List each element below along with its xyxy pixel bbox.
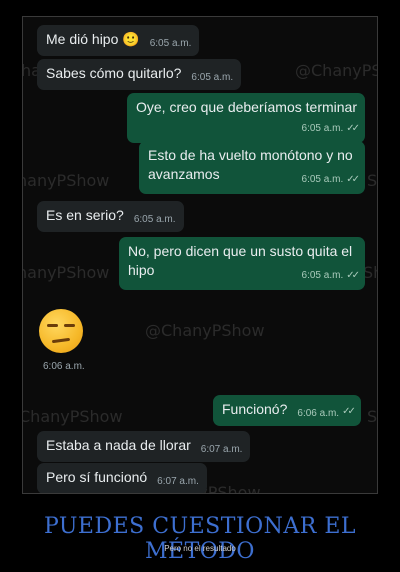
message-time: 6:05 a.m. [149,38,192,49]
message-outgoing[interactable]: Funcionó? 6:06 a.m. ✓✓ [213,395,361,426]
message-time: 6:05 a.m. [301,123,344,134]
message-meta: 6:05 a.m. ✓✓ [136,119,360,138]
message-time: 6:07 a.m. [200,444,243,455]
watermark: Sh [363,263,377,282]
message-text: Funcionó? [222,401,288,417]
message-time: 6:06 a.m. [43,361,85,372]
message-text: Oye, creo que deberíamos terminar [136,99,357,115]
read-receipt-icon: ✓✓ [342,406,356,417]
eye [64,324,75,327]
watermark: @ChanyPSh [295,61,377,80]
message-meta: 6:05 a.m. ✓✓ [128,266,360,285]
message-time: 6:05 a.m. [301,174,344,185]
message-outgoing[interactable]: No, pero dicen que un susto quita el hip… [119,237,365,290]
message-incoming[interactable]: Me dió hipo 🙂 6:05 a.m. [37,25,200,56]
message-text: Sabes cómo quitarlo? [46,65,182,81]
message-text: Estaba a nada de llorar [46,437,191,453]
caption-title: PUEDES CUESTIONAR EL MÉTODO [43,514,357,564]
message-outgoing[interactable]: Esto de ha vuelto monótono y no avanzamo… [139,141,365,194]
message-text: Pero sí funcionó [46,469,148,485]
message-incoming[interactable]: Pero sí funcionó 6:07 a.m. [37,463,207,493]
message-text: Es en serio? [46,207,124,223]
unamused-face-icon[interactable] [39,309,83,353]
message-time: 6:05 a.m. [133,214,176,225]
read-receipt-icon: ✓✓ [346,123,360,134]
watermark: S [367,407,378,426]
chat-screenshot: ha @ChanyPSh hanyPShow S hanyPShow Sh @C… [22,16,378,494]
watermark: hanyPShow [22,171,110,190]
message-time: 6:07 a.m. [157,476,199,487]
message-text: Me dió hipo 🙂 [46,31,140,47]
message-outgoing[interactable]: Oye, creo que deberíamos terminar 6:05 a… [127,93,365,143]
watermark: ChanyPShow [22,407,123,426]
eye [47,324,58,327]
read-receipt-icon: ✓✓ [346,174,360,185]
watermark: S [367,171,378,190]
caption-subtitle: Pero no el resultado [164,544,236,553]
mouth [51,337,71,344]
message-incoming[interactable]: Es en serio? 6:05 a.m. [37,201,184,232]
message-incoming[interactable]: Estaba a nada de llorar 6:07 a.m. [37,431,251,462]
watermark: @ChanyPShow [145,321,265,340]
message-time: 6:05 a.m. [301,270,344,281]
watermark: hanyPShow [22,263,110,282]
message-time: 6:05 a.m. [191,72,234,83]
read-receipt-icon: ✓✓ [346,270,360,281]
message-incoming[interactable]: Sabes cómo quitarlo? 6:05 a.m. [37,59,242,90]
message-time: 6:06 a.m. [297,408,340,419]
